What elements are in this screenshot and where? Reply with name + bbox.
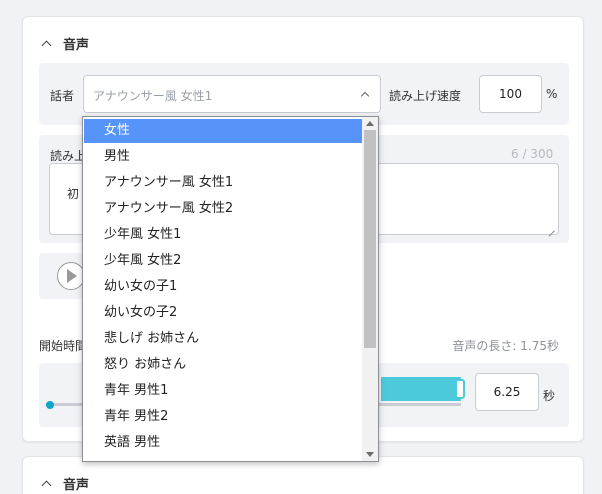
speed-unit: % [546, 87, 558, 101]
section-title: 音声 [63, 38, 90, 53]
timeline-start-marker[interactable] [46, 401, 54, 409]
speaker-option[interactable]: アナウンサー風 女性2 [84, 197, 363, 221]
chevron-up-icon [361, 90, 370, 99]
start-time-label: 開始時間 [39, 339, 88, 353]
chevron-up-icon[interactable] [41, 38, 53, 50]
time-unit: 秒 [543, 389, 556, 403]
start-time-input[interactable]: 6.25 [475, 373, 539, 411]
scrollbar-thumb[interactable] [364, 130, 376, 348]
chevron-up-icon[interactable] [41, 478, 53, 490]
speaker-option[interactable]: 幼い女の子2 [84, 301, 363, 325]
section-title-2: 音声 [63, 478, 90, 493]
speaker-dropdown-list[interactable]: 女性 男性 アナウンサー風 女性1 アナウンサー風 女性2 少年風 女性1 少年… [82, 116, 379, 462]
speaker-option[interactable]: 少年風 女性1 [84, 223, 363, 247]
speed-label: 読み上げ速度 [389, 89, 462, 103]
speaker-option[interactable]: 青年 男性2 [84, 405, 363, 429]
speaker-option[interactable]: 英語 男性 [84, 431, 363, 455]
scroll-down-icon[interactable] [366, 452, 374, 457]
speaker-option[interactable]: アナウンサー風 女性1 [84, 171, 363, 195]
speaker-option[interactable]: 男性 [84, 145, 363, 169]
speed-input[interactable]: 100 [479, 75, 542, 113]
section-header[interactable]: 音声 [41, 34, 89, 53]
character-counter: 6 / 300 [511, 147, 554, 161]
speaker-option[interactable]: 幼い女の子1 [84, 275, 363, 299]
speaker-option[interactable]: 少年風 女性2 [84, 249, 363, 273]
speaker-option[interactable]: 青年 男性1 [84, 379, 363, 403]
speaker-option[interactable]: 怒り お姉さん [84, 353, 363, 377]
reading-text-label: 読み上 [50, 149, 87, 163]
speaker-option[interactable]: 悲しげ お姉さん [84, 327, 363, 351]
resize-handle-icon[interactable] [547, 223, 555, 231]
audio-clip-bar[interactable] [381, 377, 461, 401]
speaker-select-value: アナウンサー風 女性1 [93, 89, 213, 103]
speaker-select[interactable]: アナウンサー風 女性1 [83, 75, 381, 113]
speaker-option[interactable]: 女性 [84, 119, 363, 143]
audio-duration: 音声の長さ: 1.75秒 [452, 339, 559, 353]
section-header-2[interactable]: 音声 [41, 474, 89, 493]
speaker-label: 話者 [50, 89, 75, 103]
clip-end-handle[interactable] [455, 379, 465, 399]
reading-text: 初 [67, 187, 80, 201]
scroll-up-icon[interactable] [366, 121, 374, 126]
play-icon[interactable] [57, 262, 85, 290]
dropdown-scrollbar[interactable] [362, 117, 378, 461]
